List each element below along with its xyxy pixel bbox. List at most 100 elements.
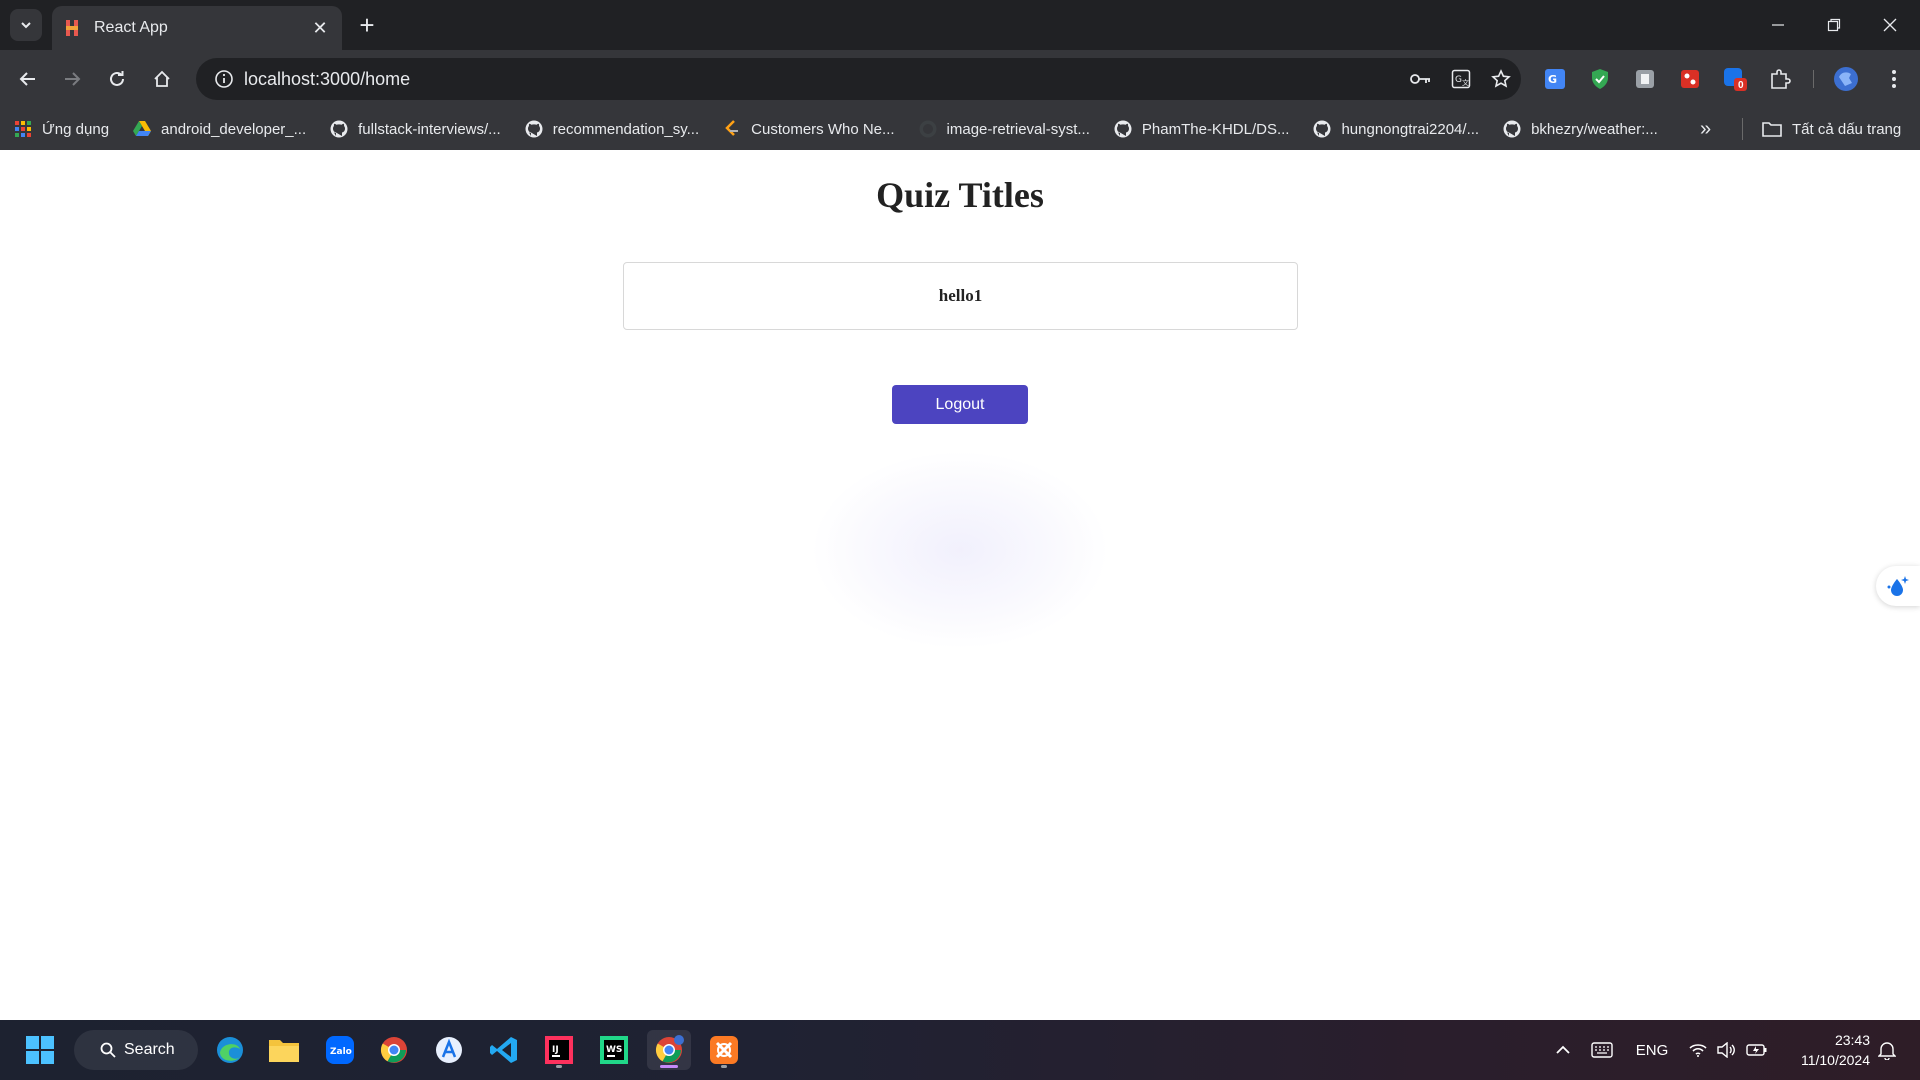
xampp-taskbar-app[interactable] bbox=[702, 1030, 746, 1070]
running-indicator bbox=[556, 1065, 562, 1068]
blue-badge-extension[interactable]: 0 bbox=[1719, 63, 1751, 95]
bookmarks-divider bbox=[1742, 118, 1743, 140]
browser-tab-active[interactable]: React App ✕ bbox=[52, 6, 342, 50]
clipboard-icon bbox=[1636, 70, 1654, 88]
password-key-button[interactable] bbox=[1401, 58, 1441, 100]
site-info-button[interactable] bbox=[204, 58, 244, 100]
bookmark-item[interactable]: hungnongtrai2204/... bbox=[1313, 120, 1479, 138]
github-icon bbox=[1313, 120, 1331, 138]
address-bar[interactable]: localhost:3000/home G文 bbox=[196, 58, 1521, 100]
profile-avatar-button[interactable] bbox=[1830, 63, 1862, 95]
forward-button[interactable] bbox=[56, 63, 88, 95]
edge-browser-icon bbox=[217, 1037, 243, 1063]
battery-charging-icon bbox=[1746, 1044, 1767, 1056]
apps-grid-icon bbox=[14, 120, 32, 138]
restore-button[interactable] bbox=[1806, 0, 1862, 50]
github-icon bbox=[1114, 120, 1132, 138]
reload-icon bbox=[110, 71, 124, 86]
chrome-icon bbox=[655, 1035, 684, 1063]
github-icon bbox=[525, 120, 543, 138]
keyboard-icon bbox=[1591, 1042, 1613, 1058]
assistant-side-button[interactable] bbox=[1876, 566, 1920, 606]
folder-icon bbox=[269, 1040, 299, 1062]
chrome-profile-taskbar-app[interactable] bbox=[647, 1030, 691, 1070]
bookmark-item[interactable]: PhamThe-KHDL/DS... bbox=[1114, 120, 1289, 138]
url-text[interactable]: localhost:3000/home bbox=[244, 69, 1401, 90]
search-label: Search bbox=[124, 1041, 175, 1058]
bookmark-item[interactable]: bkhezry/weather:... bbox=[1503, 120, 1658, 138]
keyboard-button[interactable] bbox=[1586, 1020, 1618, 1080]
logout-button[interactable]: Logout bbox=[892, 385, 1028, 424]
notifications-button[interactable] bbox=[1872, 1020, 1902, 1080]
leetcode-icon bbox=[723, 120, 741, 138]
zalo-icon: Zalo bbox=[326, 1036, 354, 1064]
vscode-taskbar-app[interactable] bbox=[482, 1030, 526, 1070]
show-hidden-icons-button[interactable] bbox=[1548, 1020, 1578, 1080]
red-extension[interactable] bbox=[1674, 63, 1706, 95]
arrow-right-icon bbox=[65, 72, 81, 86]
bookmark-label: hungnongtrai2204/... bbox=[1341, 120, 1480, 138]
back-button[interactable] bbox=[12, 63, 44, 95]
shield-extension[interactable] bbox=[1584, 63, 1616, 95]
github-icon bbox=[919, 120, 937, 138]
taskbar-clock[interactable]: 23:43 11/10/2024 bbox=[1780, 1030, 1870, 1070]
bookmarks-bar: Ứng dụng android_developer_... fullstack… bbox=[0, 108, 1920, 150]
translate-button[interactable]: G文 bbox=[1441, 58, 1481, 100]
chevron-down-icon bbox=[21, 22, 31, 29]
home-button[interactable] bbox=[146, 63, 178, 95]
running-indicator bbox=[721, 1065, 727, 1068]
minimize-button[interactable] bbox=[1750, 0, 1806, 50]
close-window-button[interactable] bbox=[1862, 0, 1918, 50]
chrome-taskbar-app[interactable] bbox=[372, 1030, 416, 1070]
file-explorer-taskbar-app[interactable] bbox=[262, 1030, 306, 1070]
bookmark-item[interactable]: image-retrieval-syst... bbox=[919, 120, 1090, 138]
extensions-menu-button[interactable] bbox=[1764, 63, 1796, 95]
all-bookmarks-button[interactable]: Tất cả dấu trang bbox=[1762, 108, 1901, 150]
home-icon bbox=[154, 70, 170, 87]
svg-text:IJ: IJ bbox=[552, 1045, 559, 1055]
intellij-icon: IJ bbox=[545, 1036, 573, 1064]
wifi-button[interactable] bbox=[1684, 1020, 1712, 1080]
edge-taskbar-app[interactable] bbox=[208, 1030, 252, 1070]
google-translate-extension[interactable]: G bbox=[1539, 63, 1571, 95]
xampp-icon bbox=[710, 1036, 738, 1064]
webstorm-taskbar-app[interactable]: WS bbox=[592, 1030, 636, 1070]
restore-icon bbox=[1827, 18, 1841, 32]
active-app-indicator bbox=[660, 1065, 678, 1068]
start-button[interactable] bbox=[18, 1030, 62, 1070]
chevron-up-icon bbox=[1556, 1045, 1570, 1054]
google-translate-icon: G bbox=[1545, 69, 1565, 89]
browser-toolbar: localhost:3000/home G文 G 0 bbox=[0, 50, 1920, 108]
star-icon bbox=[1491, 69, 1511, 88]
tab-close-icon[interactable]: ✕ bbox=[310, 18, 330, 39]
grey-extension[interactable] bbox=[1629, 63, 1661, 95]
translate-icon: G文 bbox=[1451, 69, 1471, 89]
bookmark-star-button[interactable] bbox=[1481, 58, 1521, 100]
bell-icon bbox=[1878, 1042, 1896, 1060]
search-icon bbox=[100, 1042, 116, 1058]
bookmark-item[interactable]: fullstack-interviews/... bbox=[330, 120, 501, 138]
more-bookmarks-chevron-icon[interactable]: » bbox=[1700, 108, 1711, 150]
zalo-taskbar-app[interactable]: Zalo bbox=[318, 1030, 362, 1070]
reload-button[interactable] bbox=[101, 63, 133, 95]
app-store-taskbar-app[interactable] bbox=[427, 1030, 471, 1070]
bookmark-item[interactable]: recommendation_sy... bbox=[525, 120, 699, 138]
taskbar-search[interactable]: Search bbox=[74, 1030, 198, 1070]
wifi-icon bbox=[1689, 1044, 1707, 1057]
browser-menu-button[interactable] bbox=[1878, 63, 1910, 95]
language-indicator[interactable]: ENG bbox=[1628, 1020, 1676, 1080]
battery-button[interactable] bbox=[1742, 1020, 1772, 1080]
folder-icon bbox=[1762, 122, 1782, 137]
tab-search-button[interactable] bbox=[10, 9, 42, 41]
windows-logo-icon bbox=[26, 1036, 54, 1064]
bookmark-item[interactable]: android_developer_... bbox=[133, 120, 306, 138]
volume-button[interactable] bbox=[1712, 1020, 1740, 1080]
intellij-taskbar-app[interactable]: IJ bbox=[537, 1030, 581, 1070]
quiz-title-card[interactable]: hello1 bbox=[623, 262, 1298, 330]
new-tab-button[interactable]: + bbox=[352, 10, 382, 40]
page-title: Quiz Titles bbox=[876, 175, 1044, 215]
bookmark-item[interactable]: Ứng dụng bbox=[14, 120, 109, 138]
page-content: Quiz Titles hello1 Logout bbox=[0, 150, 1920, 1020]
bookmark-item[interactable]: Customers Who Ne... bbox=[723, 120, 895, 138]
minimize-icon bbox=[1772, 24, 1784, 26]
